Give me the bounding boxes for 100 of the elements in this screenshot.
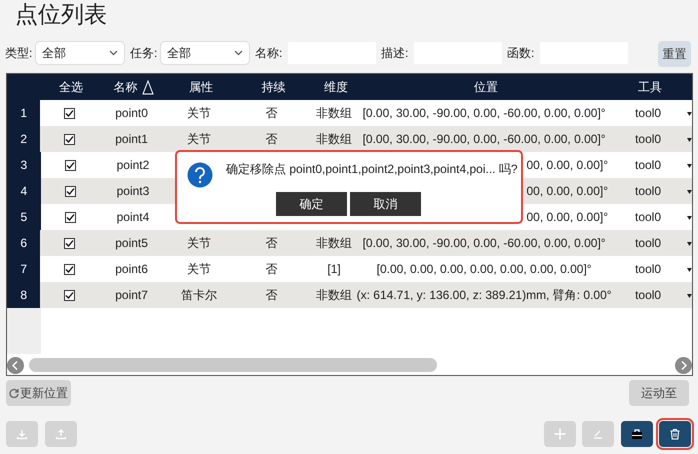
table-cell-text: point3	[116, 183, 150, 200]
move-to-button[interactable]: 运动至	[629, 380, 689, 406]
table-cell-text: 否	[266, 235, 278, 252]
filter-label: 名称:	[255, 45, 284, 62]
dialog-message: 确定移除点 point0,point1,point2,point3,point4,poi... 吗?	[226, 161, 518, 178]
row-number: 2	[7, 126, 40, 152]
checkbox[interactable]	[65, 160, 76, 170]
dialog-button[interactable]: 取消	[350, 192, 421, 216]
filter-label: 类型:	[5, 45, 34, 62]
table-cell-text: 00, 0.00, 0.00]°	[526, 209, 608, 226]
trash-icon	[669, 428, 681, 440]
table-cell-text: point7	[115, 287, 148, 304]
column-header: 名称	[114, 79, 138, 96]
table-cell-text: tool0	[635, 183, 662, 200]
caret-icon[interactable]	[687, 240, 692, 246]
scroll-left-icon[interactable]	[7, 356, 24, 374]
checkbox[interactable]	[65, 186, 76, 196]
table-cell-text: 关节	[187, 131, 212, 148]
table-cell-text: point4	[116, 209, 150, 226]
table-cell-text: 00, 0.00, 0.00]°	[526, 183, 608, 200]
table-cell-text: [0.00, 30.00, -90.00, 0.00, -60.00, 0.00, 0.00]°	[362, 235, 606, 252]
sort-triangle-icon[interactable]	[142, 80, 154, 94]
checkbox[interactable]	[64, 108, 76, 118]
table-cell-text: tool0	[635, 131, 662, 148]
table-cell-text: 否	[266, 105, 278, 122]
filter-label: 任务:	[130, 45, 158, 62]
table-cell-text: point6	[115, 261, 148, 278]
table-cell-text: tool0	[635, 261, 662, 278]
row-number: 6	[7, 230, 40, 256]
upload-icon	[55, 428, 67, 440]
dialog-button[interactable]: 确定	[276, 192, 347, 216]
scrollbar[interactable]	[7, 355, 692, 375]
table-cell-text: [0.00, 0.00, 0.00, 0.00, 0.00, 0.00, 0.00]°	[376, 261, 592, 278]
caret-icon[interactable]	[687, 110, 692, 116]
table-cell-text: 关节	[187, 261, 212, 278]
plus-icon	[554, 428, 566, 440]
checkbox[interactable]	[64, 264, 76, 274]
table-cell-text: 否	[266, 131, 278, 148]
checkbox[interactable]	[65, 212, 76, 222]
toolbar-button[interactable]	[621, 421, 653, 447]
row-number: 4	[7, 178, 41, 204]
toolbar-button[interactable]	[659, 421, 691, 447]
caret-icon[interactable]	[687, 188, 692, 194]
pen-icon	[592, 428, 604, 440]
row-number: 7	[7, 256, 40, 282]
caret-icon[interactable]	[687, 214, 692, 220]
reset-button[interactable]: 重置	[658, 41, 691, 67]
table-cell-text: 非数组	[316, 131, 352, 148]
chevron-down-icon	[109, 50, 118, 56]
toolbox-icon	[631, 428, 643, 440]
dropdown[interactable]: 全部	[35, 41, 125, 65]
table-cell-text: 否	[266, 287, 278, 304]
filter-label: 描述:	[381, 45, 410, 62]
checkbox[interactable]	[64, 134, 76, 144]
filter-label: 函数:	[507, 45, 536, 62]
column-header: 全选	[59, 79, 83, 96]
refresh-icon	[9, 388, 19, 398]
column-header: 维度	[324, 79, 348, 96]
column-header: 持续	[262, 79, 286, 96]
dropdown[interactable]: 全部	[160, 41, 250, 65]
column-header: 位置	[474, 79, 498, 96]
scroll-right-icon[interactable]	[675, 356, 692, 374]
table-cell-text: tool0	[635, 105, 662, 122]
table-cell-text: tool0	[635, 157, 662, 174]
update-position-button[interactable]: 更新位置	[6, 380, 71, 406]
table-cell-text: point1	[115, 131, 148, 148]
caret-icon[interactable]	[687, 136, 692, 142]
caret-icon[interactable]	[687, 266, 692, 272]
page-title: 点位列表	[15, 0, 107, 28]
table-cell-text: 笛卡尔	[181, 287, 218, 304]
row-number: 3	[7, 152, 41, 178]
table-cell-text: [1]	[327, 261, 341, 278]
table-cell-text: [0.00, 30.00, -90.00, 0.00, -60.00, 0.00, 0.00]°	[362, 131, 606, 148]
caret-icon[interactable]	[687, 292, 692, 298]
checkbox[interactable]	[64, 290, 76, 300]
table-cell-text: 关节	[187, 235, 212, 252]
table-cell-text: point5	[115, 235, 148, 252]
table-cell-text: 非数组	[316, 235, 352, 252]
row-number: 1	[7, 100, 40, 126]
chevron-down-icon	[234, 50, 243, 56]
table-cell-text: point0	[115, 105, 148, 122]
row-number: 5	[7, 204, 41, 230]
row-number: 8	[7, 282, 40, 308]
table-cell-text: 否	[266, 261, 278, 278]
column-header: 属性	[189, 79, 213, 96]
table-cell-text: point2	[116, 157, 150, 174]
table-cell-text: (x: 614.71, y: 136.00, z: 389.21)mm, 臂角: 0.00°	[356, 287, 612, 304]
table-cell-text: 关节	[187, 105, 212, 122]
caret-icon[interactable]	[687, 162, 692, 168]
checkbox[interactable]	[64, 238, 76, 248]
table-cell-text: 非数组	[316, 287, 352, 304]
table-cell-text: 00, 0.00, 0.00]°	[526, 157, 608, 174]
table-cell-text: 非数组	[316, 105, 352, 122]
column-header: 工具	[638, 79, 662, 96]
table-cell-text: tool0	[635, 287, 662, 304]
table-cell-text: [0.00, 30.00, -90.00, 0.00, -60.00, 0.00, 0.00]°	[362, 105, 606, 122]
download-icon	[16, 428, 28, 440]
question-icon	[187, 162, 213, 188]
table-cell-text: tool0	[635, 209, 662, 226]
table-cell-text: tool0	[635, 235, 662, 252]
